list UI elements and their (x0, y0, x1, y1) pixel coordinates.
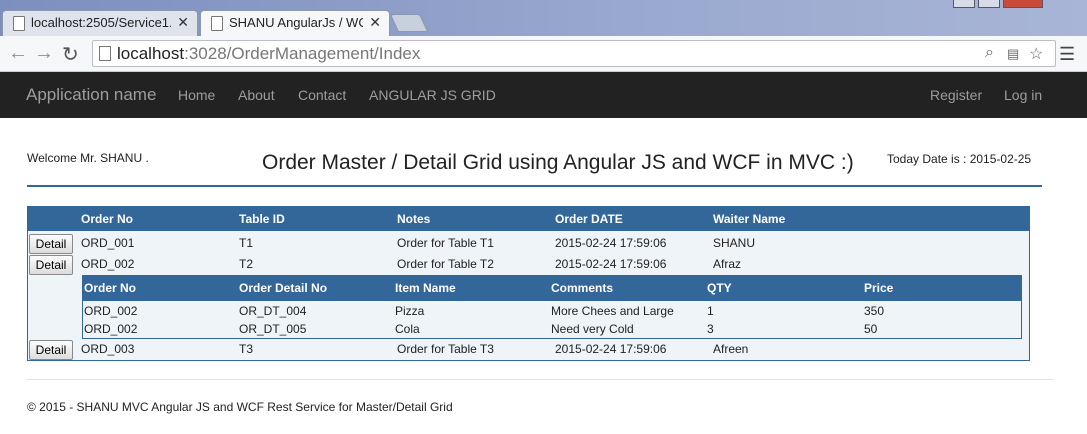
detail-grid-header: Order No Order Detail No Item Name Comme… (83, 276, 1021, 301)
nav-home[interactable]: Home (178, 87, 215, 103)
address-bar[interactable]: localhost:3028/OrderManagement/Index ⌕ ▤… (92, 40, 1056, 67)
detail-button[interactable]: Detail (29, 234, 73, 254)
browser-tab-service[interactable]: localhost:2505/Service1.s ✕ (2, 10, 198, 36)
reload-icon[interactable]: ↻ (62, 42, 79, 67)
qty-cell: 3 (707, 322, 714, 336)
order-date-cell: 2015-02-24 17:59:06 (555, 236, 667, 250)
forward-arrow-icon[interactable]: → (34, 42, 54, 65)
maximize-icon[interactable] (978, 0, 1000, 8)
nav-about[interactable]: About (238, 87, 275, 103)
nav-angular-grid[interactable]: ANGULAR JS GRID (369, 87, 496, 103)
notes-cell: Order for Table T1 (397, 236, 494, 250)
translate-icon[interactable]: ▤ (1007, 46, 1019, 62)
tab-title: SHANU AngularJs / WCF (229, 15, 363, 30)
star-icon[interactable]: ☆ (1029, 44, 1043, 64)
master-grid-header: Order No Table ID Notes Order DATE Waite… (28, 207, 1029, 231)
page-icon (211, 16, 223, 31)
order-detail-grid: Order No Order Detail No Item Name Comme… (82, 275, 1022, 339)
qty-cell: 1 (707, 304, 714, 318)
table-id-cell: T1 (239, 236, 254, 250)
url-host: localhost (117, 44, 185, 63)
column-header: Table ID (239, 212, 285, 226)
column-header: Order No (81, 212, 134, 226)
comments-cell: More Chees and Large (551, 304, 674, 318)
url-text: localhost:3028/OrderManagement/Index (117, 44, 420, 64)
column-header: Order No (84, 281, 137, 295)
waiter-cell: Afraz (713, 257, 742, 271)
nav-register[interactable]: Register (930, 87, 982, 103)
notes-cell: Order for Table T2 (397, 257, 494, 271)
order-no-cell: ORD_003 (81, 342, 135, 356)
column-header: QTY (707, 281, 732, 295)
order-no-cell: ORD_002 (84, 322, 138, 336)
price-cell: 50 (864, 322, 878, 336)
detail-button[interactable]: Detail (29, 255, 73, 275)
footer-text: © 2015 - SHANU MVC Angular JS and WCF Re… (27, 400, 453, 414)
minimize-icon[interactable] (953, 0, 975, 8)
order-master-grid: Order No Table ID Notes Order DATE Waite… (27, 206, 1030, 361)
nav-contact[interactable]: Contact (298, 87, 346, 103)
close-icon[interactable]: ✕ (177, 14, 189, 31)
column-header: Waiter Name (713, 212, 786, 226)
column-header: Order DATE (555, 212, 623, 226)
comments-cell: Need very Cold (551, 322, 634, 336)
welcome-text: Welcome Mr. SHANU . (27, 151, 149, 165)
column-header: Item Name (395, 281, 456, 295)
site-navbar: Application name Home About Contact ANGU… (0, 72, 1087, 118)
brand-link[interactable]: Application name (26, 85, 156, 105)
page-icon (13, 16, 25, 31)
order-date-cell: 2015-02-24 17:59:06 (555, 342, 667, 356)
page-title: Order Master / Detail Grid using Angular… (262, 151, 854, 174)
order-no-cell: ORD_002 (81, 257, 135, 271)
close-icon[interactable]: ✕ (369, 14, 381, 31)
browser-tabstrip: localhost:2505/Service1.s ✕ SHANU Angula… (0, 0, 1087, 36)
back-arrow-icon[interactable]: ← (8, 42, 28, 65)
title-divider (27, 185, 1042, 187)
nav-login[interactable]: Log in (1004, 87, 1042, 103)
column-header: Notes (397, 212, 431, 226)
browser-toolbar: ← → ↻ localhost:3028/OrderManagement/Ind… (0, 36, 1087, 72)
footer-divider (27, 379, 1053, 380)
url-path: :3028/OrderManagement/Index (184, 44, 421, 63)
detail-button[interactable]: Detail (29, 340, 73, 360)
tab-title: localhost:2505/Service1.s (31, 15, 171, 30)
detail-no-cell: OR_DT_004 (239, 304, 307, 318)
browser-tab-active[interactable]: SHANU AngularJs / WCF ✕ (200, 10, 390, 36)
price-cell: 350 (864, 304, 885, 318)
column-header: Price (864, 281, 894, 295)
window-close-icon[interactable] (1003, 0, 1043, 8)
notes-cell: Order for Table T3 (397, 342, 494, 356)
waiter-cell: SHANU (713, 236, 756, 250)
column-header: Order Detail No (239, 281, 328, 295)
new-tab-button[interactable] (389, 14, 429, 32)
column-header: Comments (551, 281, 614, 295)
menu-icon[interactable]: ☰ (1059, 44, 1075, 65)
table-id-cell: T3 (239, 342, 254, 356)
item-name-cell: Cola (395, 322, 420, 336)
page-icon (99, 46, 111, 61)
search-icon[interactable]: ⌕ (985, 44, 994, 62)
today-date: Today Date is : 2015-02-25 (887, 152, 1032, 166)
order-date-cell: 2015-02-24 17:59:06 (555, 257, 667, 271)
order-no-cell: ORD_001 (81, 236, 135, 250)
item-name-cell: Pizza (395, 304, 425, 318)
waiter-cell: Afreen (713, 342, 749, 356)
table-id-cell: T2 (239, 257, 254, 271)
detail-no-cell: OR_DT_005 (239, 322, 307, 336)
order-no-cell: ORD_002 (84, 304, 138, 318)
